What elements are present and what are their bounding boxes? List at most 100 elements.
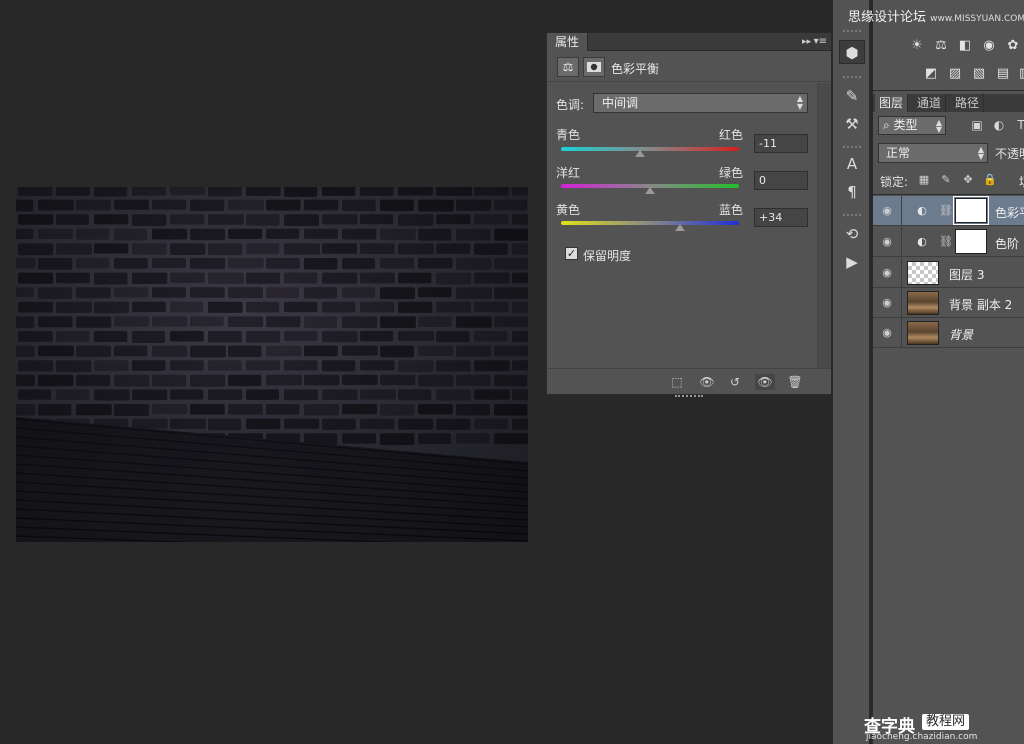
brightness-contrast-icon[interactable]: ☀: [909, 38, 925, 54]
blend-mode-select[interactable]: 正常 ▲ ▼: [878, 143, 988, 163]
cyan-red-slider-thumb[interactable]: [635, 150, 646, 157]
lock-all-icon[interactable]: 🔒: [983, 173, 997, 187]
dock-separator: [873, 90, 1024, 91]
link-icon[interactable]: ⛓: [939, 203, 953, 219]
eye-icon[interactable]: ◉: [880, 296, 894, 310]
photo-filter-icon[interactable]: ◉: [981, 38, 997, 54]
layer-filter-select[interactable]: ⌕ 类型 ▲ ▼: [878, 116, 946, 135]
strip-grip[interactable]: [843, 30, 861, 33]
preserve-luminosity-checkbox[interactable]: ✓: [565, 247, 578, 260]
eye-column-divider: [901, 227, 902, 257]
layer-mask-thumbnail[interactable]: [953, 196, 989, 225]
cyan-red-value[interactable]: -11: [754, 134, 808, 153]
eye-column-divider: [901, 288, 902, 318]
layer-filter-value: 类型: [893, 118, 918, 132]
eye-icon[interactable]: ◉: [880, 204, 894, 218]
posterize-icon[interactable]: ▨: [947, 66, 963, 82]
resize-grip[interactable]: [675, 395, 703, 401]
tab-channels[interactable]: 通道: [913, 94, 947, 112]
filter-pixel-icon[interactable]: ▣: [969, 117, 985, 133]
adjustment-layer-icon: ◐: [917, 235, 927, 248]
select-arrows-icon: ▲ ▼: [935, 118, 942, 134]
lock-label: 锁定:: [880, 175, 909, 189]
invert-icon[interactable]: ◩: [923, 66, 939, 82]
eye-icon[interactable]: ◉: [880, 326, 894, 340]
panel-icon-strip: ⬢ ✎ ⚒ A ¶ ⟲ ▶: [832, 0, 870, 744]
toggle-visibility-icon[interactable]: 👁: [755, 374, 775, 390]
delete-icon[interactable]: 🗑: [785, 374, 805, 390]
yellow-blue-slider-thumb[interactable]: [675, 224, 686, 231]
select-arrows-icon: ▲ ▼: [977, 145, 984, 161]
eye-icon[interactable]: ◉: [880, 235, 894, 249]
layer-thumbnail[interactable]: [907, 261, 939, 285]
filter-type-icon[interactable]: T: [1013, 117, 1024, 133]
tab-layers[interactable]: 图层: [875, 94, 909, 112]
tab-paths[interactable]: 路径: [951, 94, 985, 112]
magenta-green-slider-thumb[interactable]: [645, 187, 655, 194]
layer-row[interactable]: ◉ ◐ ⛓ 色阶: [873, 227, 1024, 257]
strip-grip[interactable]: [843, 214, 861, 217]
cyan-red-slider[interactable]: [561, 147, 739, 151]
lock-transparency-icon[interactable]: ▦: [917, 173, 931, 187]
channel-mixer-icon[interactable]: ✿: [1005, 38, 1021, 54]
document-canvas[interactable]: [16, 187, 528, 542]
actions-icon[interactable]: ▶: [839, 250, 865, 274]
watermark-bottom: 查字典 教程网 jiaocheng.chazidian.com: [864, 712, 1024, 744]
properties-scrollbar[interactable]: [817, 83, 831, 368]
layer-name[interactable]: 色阶: [995, 235, 1019, 252]
layer-name[interactable]: 背景 副本 2: [949, 296, 1012, 313]
layer-name[interactable]: 色彩平衡: [995, 204, 1024, 221]
layer-thumbnail[interactable]: [907, 321, 939, 345]
layer-thumbnail[interactable]: [907, 291, 939, 315]
clip-to-layer-icon[interactable]: ⬚: [667, 374, 687, 390]
layer-mask-icon[interactable]: [583, 57, 605, 77]
opacity-label: 不透明: [995, 147, 1024, 161]
brick-wall-image: [16, 187, 528, 542]
view-previous-state-icon[interactable]: 👁: [697, 374, 717, 390]
history-icon[interactable]: ⟲: [839, 222, 865, 246]
layer-row[interactable]: ◉ 图层 3: [873, 258, 1024, 288]
layer-name[interactable]: 背景: [949, 326, 973, 343]
yellow-blue-slider[interactable]: [561, 221, 739, 225]
yellow-label: 黄色: [556, 203, 581, 217]
tab-properties[interactable]: 属性: [547, 33, 589, 51]
magenta-label: 洋红: [556, 166, 581, 180]
select-arrows-icon: ▲ ▼: [796, 94, 803, 111]
layer-mask-thumbnail[interactable]: [955, 229, 987, 254]
watermark-url: jiaocheng.chazidian.com: [866, 732, 978, 742]
character-icon[interactable]: A: [839, 152, 865, 176]
lock-position-icon[interactable]: ✥: [961, 173, 975, 187]
strip-grip[interactable]: [843, 146, 861, 149]
layer-row[interactable]: ◉ 背景 副本 2: [873, 288, 1024, 318]
layer-row[interactable]: ◉ 背景: [873, 318, 1024, 348]
tone-select[interactable]: 中间调 ▲ ▼: [593, 93, 808, 113]
collapse-panel-icon[interactable]: ▸▸: [802, 33, 811, 51]
magenta-green-value[interactable]: 0: [754, 171, 808, 190]
eye-icon[interactable]: ◉: [880, 266, 894, 280]
adjustment-title: 色彩平衡: [611, 62, 660, 76]
reset-icon[interactable]: ↺: [725, 374, 745, 390]
red-label: 红色: [719, 128, 744, 142]
selective-color-icon[interactable]: ▥: [1017, 66, 1024, 82]
fill-label: 填: [1019, 173, 1024, 190]
lock-image-icon[interactable]: ✎: [939, 173, 953, 187]
filter-adjustment-icon[interactable]: ◐: [991, 117, 1007, 133]
brush-icon[interactable]: ⚒: [839, 112, 865, 136]
brush-presets-icon[interactable]: ✎: [839, 84, 865, 108]
strip-grip[interactable]: [843, 76, 861, 79]
search-icon: ⌕: [883, 118, 894, 132]
color-balance-icon[interactable]: ⚖: [933, 38, 949, 54]
balance-scale-icon[interactable]: ⚖: [557, 57, 579, 77]
threshold-icon[interactable]: ▧: [971, 66, 987, 82]
yellow-blue-value[interactable]: +34: [754, 208, 808, 227]
gradient-map-icon[interactable]: ▤: [995, 66, 1011, 82]
paragraph-icon[interactable]: ¶: [839, 180, 865, 204]
black-white-icon[interactable]: ◧: [957, 38, 973, 54]
layer-row[interactable]: ◉ ◐ ⛓ 色彩平衡: [873, 196, 1024, 226]
panel-menu-icon[interactable]: ▾≡: [814, 33, 827, 51]
layer-name[interactable]: 图层 3: [949, 266, 984, 283]
adjustments-row-2: ◩ ▨ ▧ ▤ ▥: [873, 62, 1024, 88]
properties-panel-icon[interactable]: ⬢: [839, 40, 865, 64]
link-icon[interactable]: ⛓: [939, 234, 953, 250]
watermark-site-url: www.MISSYUAN.COM: [930, 14, 1024, 24]
